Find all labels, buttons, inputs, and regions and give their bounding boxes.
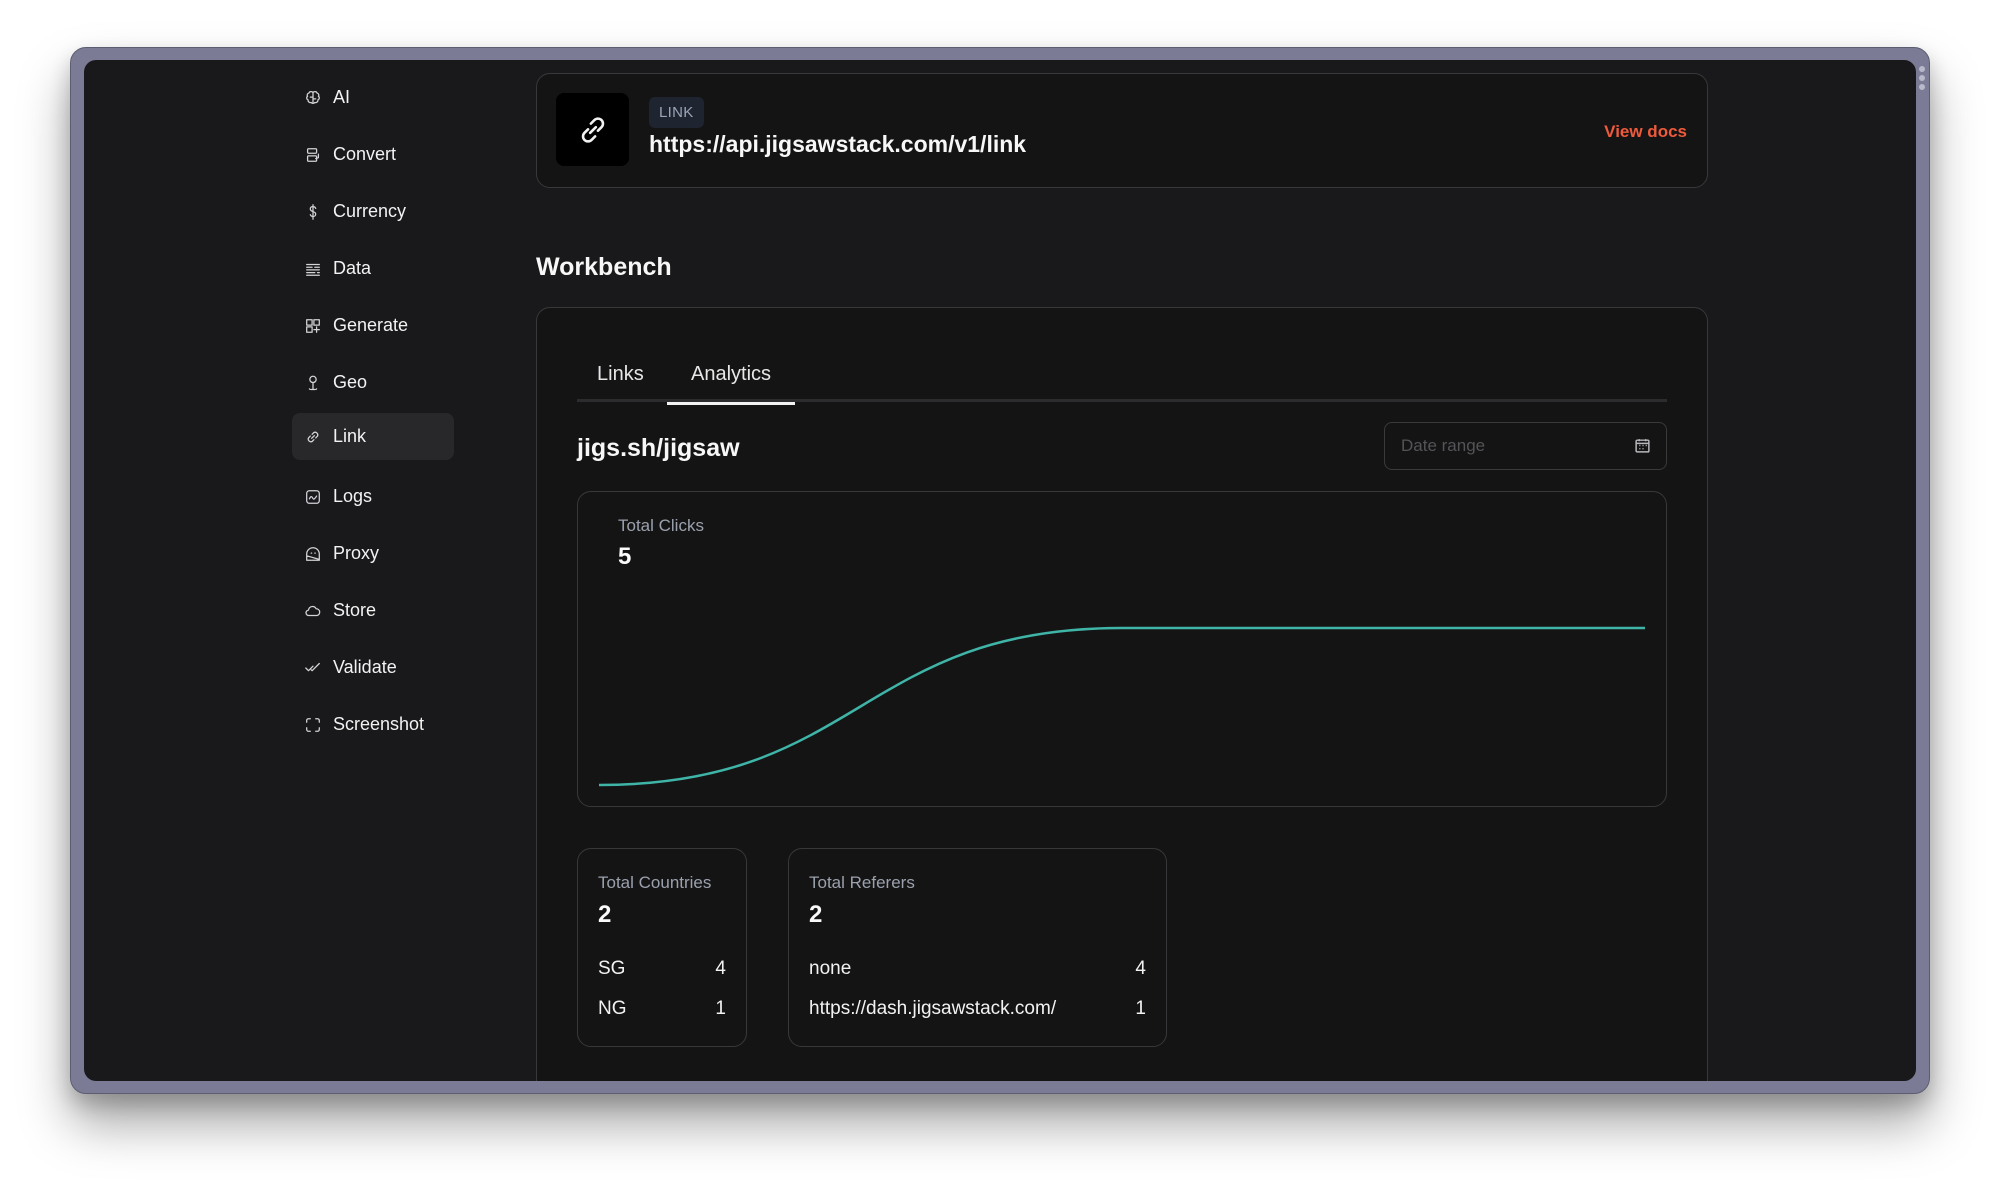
country-count: 1 [715,998,726,1019]
sidebar-item-convert[interactable]: Convert [292,131,454,178]
cloud-icon [303,601,323,621]
dollar-icon [303,202,323,222]
sidebar-item-label: Data [333,258,372,278]
tab-bar: Links Analytics [577,355,1667,405]
endpoint-url: https://api.jigsawstack.com/v1/link [649,131,1027,157]
convert-icon [303,145,323,165]
app-screen: AI Convert Currency Data Generate Geo Li… [84,60,1916,1081]
sidebar-item-ai[interactable]: AI [292,74,454,121]
total-referers-card: Total Referers 2 none 4 https://dash.jig… [788,848,1167,1047]
sidebar-item-label: Screenshot [333,714,425,734]
sidebar-item-label: Generate [333,315,409,335]
clicks-series-line [598,626,1645,787]
sidebar-item-logs[interactable]: Logs [292,473,454,520]
country-count: 4 [715,958,726,979]
sidebar-item-label: Logs [333,486,373,506]
referer-name: https://dash.jigsawstack.com/ [809,998,1057,1019]
sidebar-item-screenshot[interactable]: Screenshot [292,701,454,748]
country-row: SG 4 [598,958,726,982]
total-countries-value: 2 [598,901,612,928]
sidebar-item-label: Geo [333,372,368,392]
sidebar-item-validate[interactable]: Validate [292,644,454,691]
view-docs-link[interactable]: View docs [1604,122,1687,142]
total-referers-label: Total Referers [809,873,915,892]
brain-icon [303,88,323,108]
sidebar-item-label: Store [333,600,377,620]
date-range-placeholder: Date range [1401,436,1486,455]
referer-count: 1 [1135,998,1146,1019]
country-name: NG [598,998,627,1019]
sidebar-item-label: Convert [333,144,397,164]
grid-plus-icon [303,316,323,336]
sidebar-item-generate[interactable]: Generate [292,302,454,349]
country-row: NG 1 [598,998,726,1022]
calendar-icon[interactable] [1634,437,1651,454]
sidebar-item-proxy[interactable]: Proxy [292,530,454,577]
sidebar-item-currency[interactable]: Currency [292,188,454,235]
tab-analytics[interactable]: Analytics [667,363,795,405]
short-link-title: jigs.sh/jigsaw [577,434,740,462]
sidebar-item-data[interactable]: Data [292,245,454,292]
sidebar-item-label: AI [333,87,351,107]
referer-row: none 4 [809,958,1146,982]
sidebar-item-label: Currency [333,201,407,221]
proxy-icon [303,544,323,564]
workbench-title: Workbench [536,253,672,281]
chart-box-icon [303,487,323,507]
data-lines-icon [303,259,323,279]
endpoint-card: LINK https://api.jigsawstack.com/v1/link… [536,73,1708,188]
total-referers-value: 2 [809,901,823,928]
sidebar-item-label: Validate [333,657,397,677]
sidebar-item-label: Link [333,426,367,446]
tab-links[interactable]: Links [597,363,644,402]
endpoint-badge: LINK [649,97,704,128]
sidebar-item-store[interactable]: Store [292,587,454,634]
total-countries-card: Total Countries 2 SG 4 NG 1 [577,848,747,1047]
referer-count: 4 [1135,958,1146,979]
total-clicks-card: Total Clicks 5 [577,491,1667,807]
link-icon [303,427,323,447]
sidebar-item-link[interactable]: Link [292,413,454,460]
date-range-input[interactable]: Date range [1384,422,1667,470]
referer-name: none [809,958,852,979]
sidebar-item-label: Proxy [333,543,380,563]
map-pin-icon [303,373,323,393]
double-check-icon [303,658,323,678]
referer-row: https://dash.jigsawstack.com/ 1 [809,998,1146,1022]
screenshot-frame-icon [303,715,323,735]
link-icon [556,93,629,166]
total-countries-label: Total Countries [598,873,712,892]
workbench-card: Links Analytics jigs.sh/jigsaw Date rang… [536,307,1708,1081]
country-name: SG [598,958,626,979]
window-menu-handle[interactable] [1919,66,1925,93]
clicks-line-chart [598,626,1645,787]
sidebar-item-geo[interactable]: Geo [292,359,454,406]
